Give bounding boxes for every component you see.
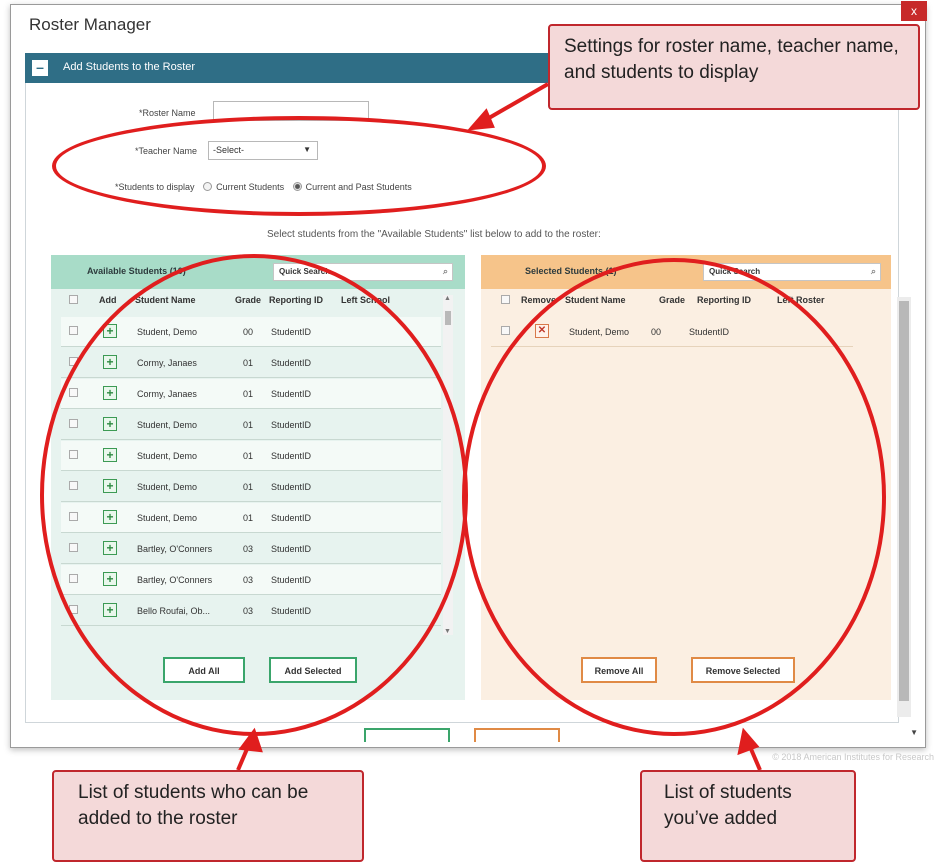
row-checkbox[interactable]: [69, 326, 78, 337]
scroll-down-icon[interactable]: ▼: [910, 728, 918, 737]
cancel-button[interactable]: [474, 728, 560, 742]
close-button[interactable]: x: [901, 1, 927, 21]
scroll-up-icon[interactable]: ▲: [444, 295, 451, 302]
scroll-down-icon[interactable]: ▼: [444, 628, 451, 635]
settings-highlight-ellipse: [52, 116, 546, 216]
copyright-text: © 2018 American Institutes for Research: [772, 752, 934, 762]
selected-highlight-ellipse: [462, 258, 886, 736]
dialog-title: Roster Manager: [29, 15, 151, 34]
settings-callout: Settings for roster name, teacher name, …: [548, 24, 920, 110]
dialog-scrollbar[interactable]: [897, 297, 911, 717]
search-icon[interactable]: ⌕: [443, 266, 448, 277]
panel-title: Add Students to the Roster: [63, 61, 196, 73]
dialog-scroll-thumb[interactable]: [899, 301, 909, 701]
available-highlight-ellipse: [40, 254, 468, 736]
select-all-checkbox[interactable]: [501, 295, 510, 315]
row-checkbox[interactable]: [501, 326, 510, 337]
scroll-thumb[interactable]: [445, 311, 451, 325]
collapse-icon[interactable]: –: [32, 60, 48, 76]
search-icon[interactable]: ⌕: [871, 266, 876, 277]
instructions-text: Select students from the "Available Stud…: [267, 229, 601, 240]
save-button[interactable]: [364, 728, 450, 742]
selected-callout: List of students you’ve added: [640, 770, 856, 862]
available-callout: List of students who can be added to the…: [52, 770, 364, 862]
roster-name-label: *Roster Name: [139, 108, 196, 118]
select-all-checkbox[interactable]: [69, 295, 78, 315]
